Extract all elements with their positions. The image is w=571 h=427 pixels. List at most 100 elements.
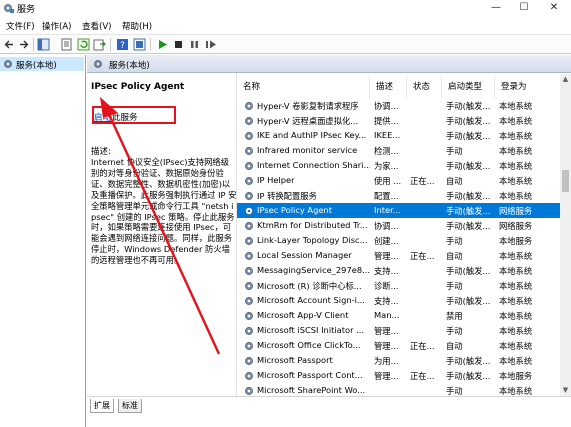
service-name: Microsoft Passport Cont...: [257, 370, 363, 380]
export-icon[interactable]: [93, 38, 106, 51]
service-gear-icon: [245, 222, 253, 230]
service-name: Internet Connection Shari...: [257, 160, 370, 170]
menu-action[interactable]: 操作(A): [42, 20, 71, 32]
service-name: Hyper-V 卷影复制请求程序: [257, 101, 359, 111]
service-status: 正在...: [410, 371, 435, 381]
table-row[interactable]: IP Helper 使用 ... 正在... 自动 本地系统: [237, 173, 562, 188]
minimize-button[interactable]: —: [482, 0, 510, 16]
scroll-thumb[interactable]: [562, 170, 569, 192]
service-logon-as: 本地系统: [499, 191, 533, 201]
menu-view[interactable]: 查看(V): [82, 20, 111, 32]
properties-icon[interactable]: [60, 38, 73, 51]
console-tree-icon[interactable]: [37, 38, 50, 51]
table-row[interactable]: Internet Connection Shari... 为家... 手动(触发..…: [237, 158, 562, 173]
column-header-logon-as[interactable]: 登录为: [495, 76, 562, 98]
service-gear-icon: [245, 177, 253, 185]
service-gear-icon: [245, 207, 253, 215]
service-logon-as: 网络服务: [499, 206, 533, 216]
service-startup-type: 手动: [446, 281, 463, 291]
service-gear-icon: [245, 372, 253, 380]
column-header-name[interactable]: 名称: [237, 76, 370, 98]
table-row[interactable]: Microsoft Office ClickTo... 管理... 正在... 自动 本…: [237, 338, 562, 353]
scroll-up-arrow[interactable]: ▲: [561, 75, 570, 84]
service-logon-as: 本地系统: [499, 281, 533, 291]
service-startup-type: 自动: [446, 176, 463, 186]
table-row[interactable]: Hyper-V 卷影复制请求程序 协调... 手动(触发... 本地系统: [237, 98, 562, 113]
service-startup-type: 自动: [446, 251, 463, 261]
table-row[interactable]: Microsoft App-V Client Man... 禁用 本地系统: [237, 308, 562, 323]
service-startup-type: 手动(触发...: [446, 206, 491, 216]
table-row[interactable]: IP 转换配置服务 配置... 手动(触发... 本地系统: [237, 188, 562, 203]
service-gear-icon: [245, 252, 253, 260]
column-header-status[interactable]: 状态: [407, 76, 442, 98]
service-logon-as: 本地系统: [499, 341, 533, 351]
service-description: 为用...: [374, 356, 399, 366]
table-row[interactable]: Infrared monitor service 检测... 手动 本地系统: [237, 143, 562, 158]
service-logon-as: 本地系统: [499, 131, 533, 141]
tree-node-services-local[interactable]: 服务(本地): [0, 57, 84, 71]
service-startup-type: 手动(触发...: [446, 101, 491, 111]
view-tabs: 扩展 标准: [87, 396, 571, 427]
service-logon-as: 本地系统: [499, 356, 533, 366]
service-gear-icon: [245, 267, 253, 275]
forward-icon[interactable]: [17, 38, 30, 51]
service-name: IP Helper: [257, 175, 295, 185]
svg-text:?: ?: [120, 41, 125, 51]
service-startup-type: 手动(触发...: [446, 356, 491, 366]
table-row[interactable]: KtmRm for Distributed Tr... 协调... 手动(触发...…: [237, 218, 562, 233]
service-logon-as: 本地系统: [499, 251, 533, 261]
table-row[interactable]: MessagingService_297e8... 支持... 手动(触发... 本地…: [237, 263, 562, 278]
column-header-description[interactable]: 描述: [370, 76, 407, 98]
scroll-down-arrow[interactable]: ▼: [561, 386, 570, 395]
service-name: IPsec Policy Agent: [257, 205, 332, 215]
table-row[interactable]: IKE and AuthIP IPsec Key... IKEE... 手动(触发.…: [237, 128, 562, 143]
services-window: 服务 — ☐ ✕ 文件(F) 操作(A) 查看(V) 帮助(H) ? 服务(本地…: [0, 0, 571, 427]
start-icon[interactable]: [156, 38, 169, 51]
show-hide-icon[interactable]: [133, 38, 146, 51]
service-logon-as: 本地系统: [499, 266, 533, 276]
pause-icon[interactable]: [188, 38, 201, 51]
service-logon-as: 本地服务: [499, 371, 533, 381]
service-status: 正在...: [410, 251, 435, 261]
back-icon[interactable]: [3, 38, 16, 51]
tab-extended[interactable]: 扩展: [90, 399, 114, 413]
description-pane: IPsec Policy Agent 启动 此服务 描述: Internet 协…: [87, 73, 236, 396]
service-logon-as: 本地系统: [499, 326, 533, 336]
table-row[interactable]: Microsoft Account Sign-i... 支持... 手动(触发...…: [237, 293, 562, 308]
menu-help[interactable]: 帮助(H): [122, 20, 152, 32]
tab-standard[interactable]: 标准: [118, 399, 142, 413]
service-description: Man...: [374, 310, 400, 320]
table-row[interactable]: IPsec Policy Agent Inter... 手动(触发... 网络服务: [237, 203, 562, 218]
column-header-startup-type[interactable]: 启动类型: [442, 76, 495, 98]
restart-icon[interactable]: [204, 38, 217, 51]
service-startup-type: 禁用: [446, 311, 463, 321]
service-description: 支持...: [374, 296, 399, 306]
menu-file[interactable]: 文件(F): [6, 20, 35, 32]
close-button[interactable]: ✕: [540, 0, 568, 16]
service-logon-as: 本地系统: [499, 311, 533, 321]
table-row[interactable]: Local Session Manager 管理... 正在... 自动 本地系统: [237, 248, 562, 263]
table-row[interactable]: Microsoft Passport Cont... 管理... 正在... 手动(触…: [237, 368, 562, 383]
table-row[interactable]: Microsoft (R) 诊断中心标... 诊断... 手动 本地系统: [237, 278, 562, 293]
service-description: 协调...: [374, 221, 399, 231]
service-description: Inter...: [374, 205, 401, 215]
service-gear-icon: [245, 237, 253, 245]
service-logon-as: 网络服务: [499, 221, 533, 231]
service-gear-icon: [245, 102, 253, 110]
table-row[interactable]: Hyper-V 远程桌面虚拟化... 提供... 手动(触发... 本地系统: [237, 113, 562, 128]
start-service-link[interactable]: 启动: [94, 111, 111, 123]
service-name: Local Session Manager: [257, 250, 352, 260]
maximize-button[interactable]: ☐: [510, 0, 538, 16]
table-row[interactable]: Microsoft Passport 为用... 手动(触发... 本地系统: [237, 353, 562, 368]
service-logon-as: 本地系统: [499, 146, 533, 156]
table-row[interactable]: Link-Layer Topology Disc... 创建... 手动 本地服务: [237, 233, 562, 248]
service-name: Hyper-V 远程桌面虚拟化...: [257, 116, 359, 126]
table-row[interactable]: Microsoft iSCSI Initiator ... 管理... 手动 本地系统: [237, 323, 562, 338]
help-icon[interactable]: ?: [116, 38, 129, 51]
service-rows: Hyper-V 卷影复制请求程序 协调... 手动(触发... 本地系统 Hyper-V…: [237, 98, 562, 398]
stop-icon[interactable]: [172, 38, 185, 51]
service-name: Microsoft SharePoint Wo...: [257, 385, 366, 395]
refresh-icon[interactable]: [77, 38, 90, 51]
vertical-scrollbar[interactable]: ▲ ▼: [560, 74, 571, 396]
service-startup-type: 手动(触发...: [446, 221, 491, 231]
